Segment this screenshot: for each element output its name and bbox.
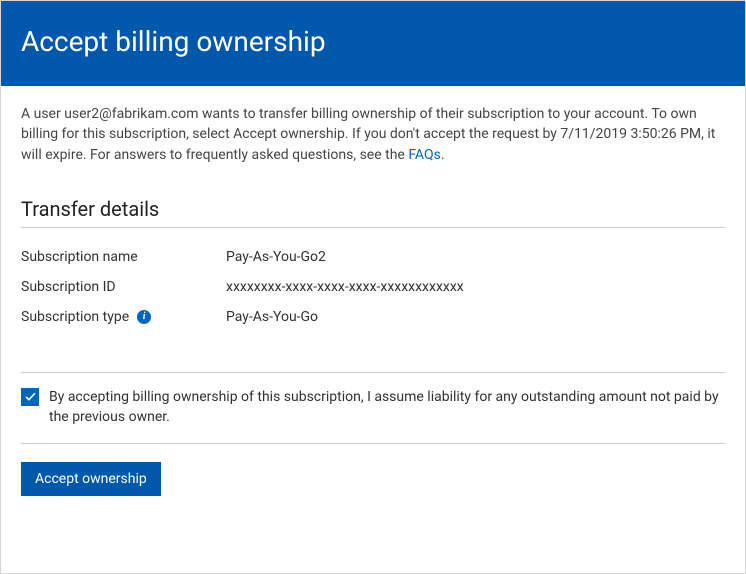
consent-row: By accepting billing ownership of this s… bbox=[21, 373, 725, 444]
page-header: Accept billing ownership bbox=[1, 1, 745, 86]
table-row: Subscription type i Pay-As-You-Go bbox=[21, 302, 725, 332]
info-icon[interactable]: i bbox=[137, 310, 151, 324]
subscription-name-value: Pay-As-You-Go2 bbox=[226, 249, 326, 265]
page-title: Accept billing ownership bbox=[21, 25, 725, 58]
intro-after: . bbox=[441, 147, 445, 163]
consent-text: By accepting billing ownership of this s… bbox=[49, 387, 725, 428]
consent-checkbox[interactable] bbox=[21, 388, 39, 406]
table-row: Subscription ID xxxxxxxx-xxxx-xxxx-xxxx-… bbox=[21, 272, 725, 302]
transfer-details-table: Subscription name Pay-As-You-Go2 Subscri… bbox=[21, 242, 725, 332]
subscription-name-label: Subscription name bbox=[21, 249, 226, 265]
page-content: A user user2@fabrikam.com wants to trans… bbox=[1, 86, 745, 516]
subscription-id-value: xxxxxxxx-xxxx-xxxx-xxxx-xxxxxxxxxxxx bbox=[226, 279, 464, 295]
subscription-id-label: Subscription ID bbox=[21, 279, 226, 295]
accept-ownership-button[interactable]: Accept ownership bbox=[21, 462, 161, 496]
footer-actions: Accept ownership bbox=[21, 444, 725, 496]
intro-text: A user user2@fabrikam.com wants to trans… bbox=[21, 104, 725, 165]
check-icon bbox=[24, 390, 37, 403]
faqs-link[interactable]: FAQs bbox=[408, 147, 441, 163]
subscription-type-value: Pay-As-You-Go bbox=[226, 309, 318, 325]
intro-before: A user user2@fabrikam.com wants to trans… bbox=[21, 106, 715, 163]
subscription-type-label: Subscription type i bbox=[21, 309, 226, 325]
table-row: Subscription name Pay-As-You-Go2 bbox=[21, 242, 725, 272]
transfer-details-heading: Transfer details bbox=[21, 197, 725, 228]
